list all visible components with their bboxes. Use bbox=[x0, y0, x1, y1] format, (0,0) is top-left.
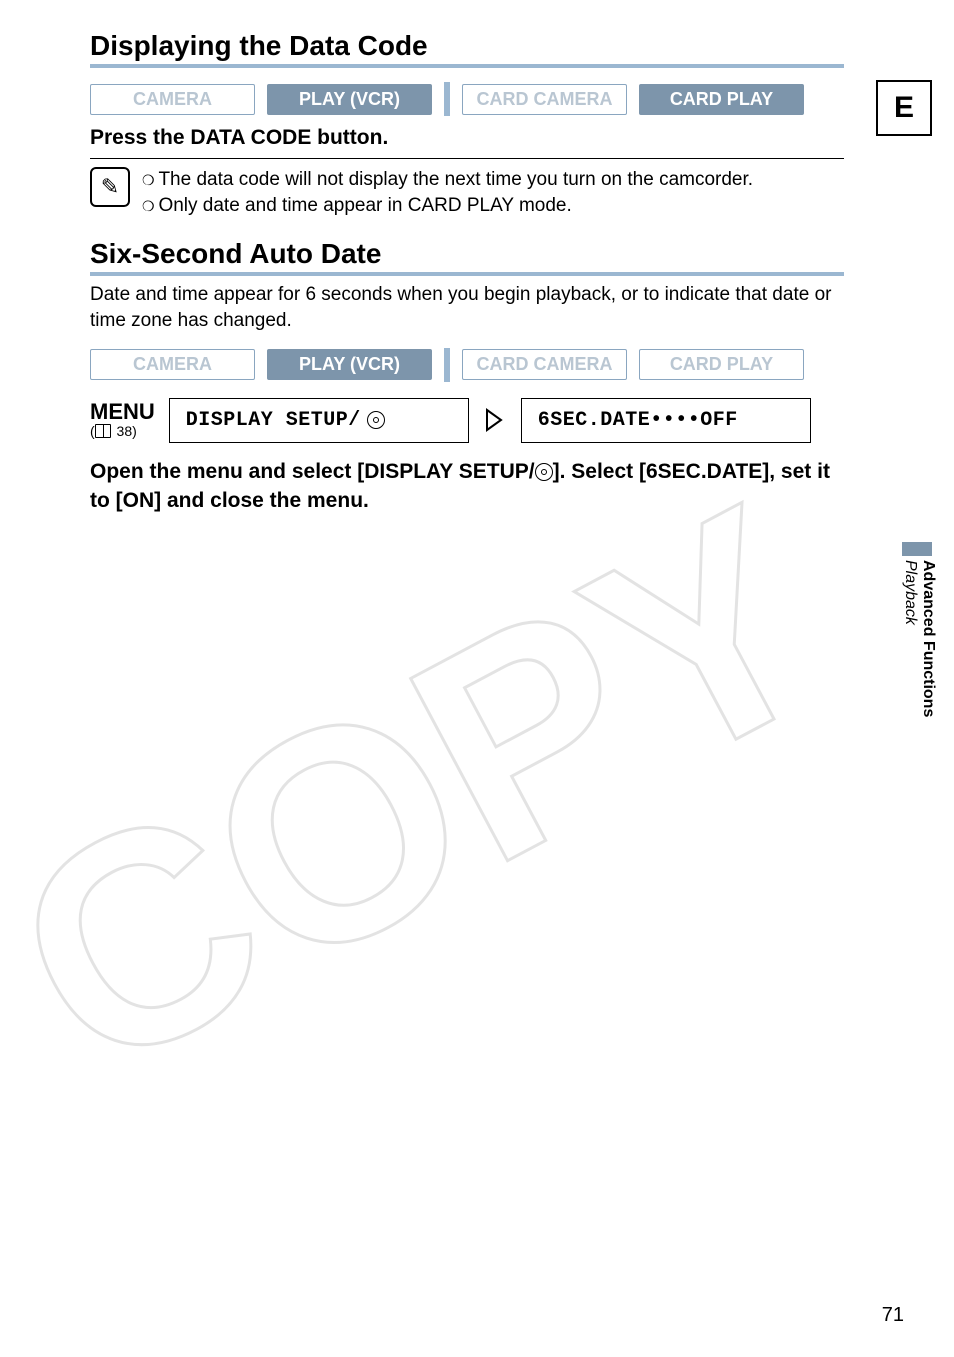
note-line-1: The data code will not display the next … bbox=[142, 167, 753, 193]
note-icon bbox=[90, 167, 130, 207]
side-tab-stub bbox=[902, 542, 932, 556]
page-number: 71 bbox=[882, 1304, 904, 1327]
heading-displaying-data-code: Displaying the Data Code bbox=[90, 30, 844, 68]
language-tab: E bbox=[876, 80, 932, 136]
side-subsection: Playback bbox=[902, 560, 918, 790]
menu-head: MENU bbox=[90, 400, 155, 424]
instruction-open-menu-prefix: Open the menu and select [DISPLAY SETUP/ bbox=[90, 460, 535, 483]
menu-path-left-text: DISPLAY SETUP/ bbox=[186, 409, 361, 432]
mode-card-play-2: CARD PLAY bbox=[639, 349, 804, 380]
disc-icon bbox=[367, 411, 385, 429]
side-section: Advanced Functions bbox=[920, 560, 936, 790]
mode-card-play: CARD PLAY bbox=[639, 84, 804, 115]
instruction-press-data-code: Press the DATA CODE button. bbox=[90, 126, 844, 150]
body-six-second: Date and time appear for 6 seconds when … bbox=[90, 282, 844, 333]
mode-divider-2 bbox=[444, 348, 450, 382]
side-tab-bar: Playback Advanced Functions bbox=[902, 560, 932, 790]
page-icon bbox=[95, 424, 111, 438]
menu-label: MENU bbox=[90, 400, 155, 440]
watermark-copy: COPY bbox=[0, 470, 870, 1170]
instruction-open-menu: Open the menu and select [DISPLAY SETUP/… bbox=[90, 457, 844, 516]
heading-six-second-auto-date: Six-Second Auto Date bbox=[90, 238, 844, 276]
mode-camera-2: CAMERA bbox=[90, 349, 255, 380]
mode-row-2: CAMERA PLAY (VCR) CARD CAMERA CARD PLAY bbox=[90, 348, 844, 382]
mode-play-vcr-2: PLAY (VCR) bbox=[267, 349, 432, 380]
mode-play-vcr: PLAY (VCR) bbox=[267, 84, 432, 115]
mode-row-1: CAMERA PLAY (VCR) CARD CAMERA CARD PLAY bbox=[90, 82, 844, 116]
divider-line bbox=[90, 158, 844, 159]
arrow-right-icon bbox=[483, 408, 507, 432]
note-line-2: Only date and time appear in CARD PLAY m… bbox=[142, 193, 753, 219]
disc-icon-inline bbox=[535, 463, 553, 481]
mode-camera: CAMERA bbox=[90, 84, 255, 115]
menu-row: MENU DISPLAY SETUP/ 6SEC.DATE••••OFF bbox=[90, 398, 844, 443]
note-lines: The data code will not display the next … bbox=[142, 167, 753, 218]
mode-divider bbox=[444, 82, 450, 116]
svg-text:COPY: COPY bbox=[0, 470, 870, 1138]
menu-path-left: DISPLAY SETUP/ bbox=[169, 398, 469, 443]
mode-card-camera: CARD CAMERA bbox=[462, 84, 627, 115]
menu-page-ref bbox=[90, 424, 155, 439]
mode-card-camera-2: CARD CAMERA bbox=[462, 349, 627, 380]
note-block: The data code will not display the next … bbox=[90, 167, 844, 218]
menu-path-right: 6SEC.DATE••••OFF bbox=[521, 398, 811, 443]
